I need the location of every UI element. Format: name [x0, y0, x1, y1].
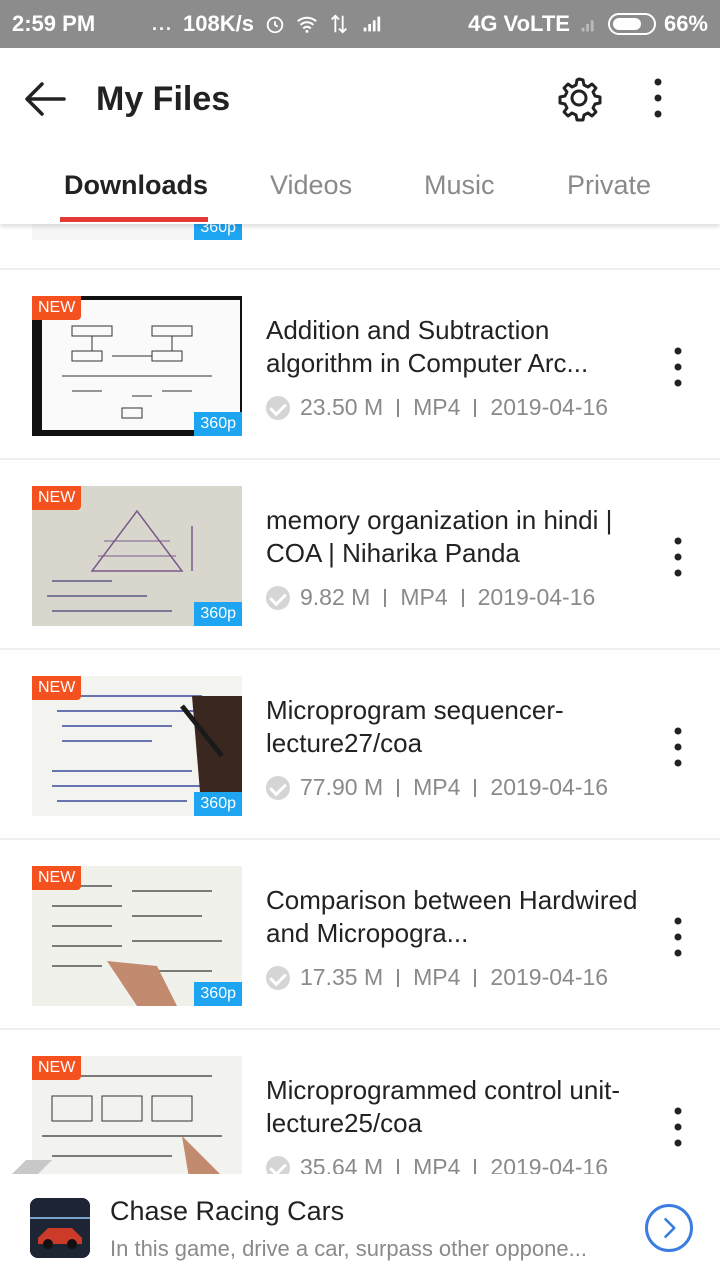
alarm-icon — [266, 16, 284, 34]
file-list[interactable]: 360p NEW 360p Addition and Subtraction a… — [0, 224, 720, 1174]
divider — [474, 398, 477, 417]
chevron-right-icon[interactable] — [645, 1204, 693, 1252]
list-item[interactable]: NEW 360p Microprogram sequencer-lecture2… — [0, 650, 720, 840]
file-size: 35.64 M — [300, 1154, 384, 1174]
file-format: MP4 — [413, 964, 461, 990]
more-vertical-icon[interactable] — [660, 912, 696, 962]
downloaded-check-icon — [266, 395, 290, 420]
status-dots: ... — [152, 13, 174, 34]
tab-private[interactable]: Private — [567, 170, 651, 201]
gear-icon[interactable] — [555, 74, 603, 122]
tab-bar: Downloads Videos Music Private — [0, 154, 720, 224]
list-item[interactable]: NEW Microprogrammed control unit- lectur… — [0, 1030, 720, 1174]
ad-title: Chase Racing Cars — [110, 1196, 345, 1226]
video-thumbnail: NEW 360p — [32, 486, 242, 626]
resolution-badge: 360p — [194, 982, 242, 1006]
file-size: 23.50 M — [300, 394, 384, 420]
file-format: MP4 — [413, 774, 461, 800]
divider — [397, 968, 400, 987]
list-item[interactable]: NEW 360p memory organization in hindi | … — [0, 460, 720, 650]
file-date: 2019-04-16 — [490, 774, 609, 800]
video-thumbnail: NEW — [32, 1056, 242, 1174]
file-size: 9.82 M — [300, 584, 371, 610]
video-thumbnail: NEW 360p — [32, 866, 242, 1006]
tab-videos[interactable]: Videos — [270, 170, 352, 201]
file-date: 2019-04-16 — [490, 1154, 609, 1174]
divider — [474, 1158, 477, 1174]
divider — [397, 1158, 400, 1174]
file-format: MP4 — [413, 1154, 461, 1174]
video-meta: 77.90 M MP4 2019-04-16 — [266, 774, 608, 801]
resolution-badge: 360p — [194, 412, 242, 436]
new-badge: NEW — [32, 1056, 82, 1080]
file-format: MP4 — [400, 584, 448, 610]
resolution-badge: 360p — [194, 224, 242, 240]
list-item[interactable]: NEW 360p Addition and Subtraction algori… — [0, 270, 720, 460]
list-item[interactable]: 360p — [0, 224, 720, 270]
file-date: 2019-04-16 — [477, 584, 596, 610]
more-vertical-icon[interactable] — [660, 1102, 696, 1152]
video-title: Microprogram sequencer-lecture27/coa — [266, 695, 564, 758]
divider — [384, 588, 387, 607]
page-title: My Files — [96, 80, 231, 118]
new-badge: NEW — [32, 866, 82, 890]
status-speed: 108K/s — [183, 11, 254, 36]
new-badge: NEW — [32, 486, 82, 510]
video-thumbnail: 360p — [32, 224, 242, 240]
battery-percent: 66% — [663, 11, 708, 36]
divider — [461, 588, 464, 607]
more-vertical-icon[interactable] — [660, 722, 696, 772]
divider — [474, 968, 477, 987]
new-badge: NEW — [32, 676, 82, 700]
video-title: Comparison between Hardwired and Micropo… — [266, 885, 638, 948]
network-type: 4G VoLTE — [468, 11, 570, 36]
downloaded-check-icon — [266, 1155, 290, 1174]
app-bar: My Files — [0, 48, 720, 154]
back-arrow-icon[interactable] — [20, 74, 70, 124]
divider — [397, 398, 400, 417]
battery-icon — [607, 13, 656, 35]
tab-active-indicator — [60, 217, 208, 222]
video-title: Microprogrammed control unit- lecture25/… — [266, 1075, 621, 1138]
ad-description: In this game, drive a car, surpass other… — [110, 1236, 587, 1261]
video-thumbnail: NEW 360p — [32, 676, 242, 816]
signal-icon — [363, 16, 381, 32]
list-item[interactable]: NEW 360p Comparison between Hardwired an… — [0, 840, 720, 1030]
video-meta: 35.64 M MP4 2019-04-16 — [266, 1154, 608, 1174]
more-vertical-icon[interactable] — [660, 342, 696, 392]
file-format: MP4 — [413, 394, 461, 420]
wifi-icon — [297, 16, 317, 33]
more-vertical-icon[interactable] — [640, 74, 676, 122]
new-badge: NEW — [32, 296, 82, 320]
file-size: 17.35 M — [300, 964, 384, 990]
downloaded-check-icon — [266, 775, 290, 800]
resolution-badge: 360p — [194, 602, 242, 626]
signal-empty-icon — [581, 20, 594, 32]
video-meta: 23.50 M MP4 2019-04-16 — [266, 394, 608, 421]
video-meta: 17.35 M MP4 2019-04-16 — [266, 964, 608, 991]
app-icon[interactable] — [30, 1198, 90, 1258]
video-thumbnail: NEW 360p — [32, 296, 242, 436]
video-title: Addition and Subtraction algorithm in Co… — [266, 315, 589, 378]
video-title: memory organization in hindi | COA | Nih… — [266, 505, 613, 568]
ad-banner[interactable]: Chase Racing Cars In this game, drive a … — [0, 1174, 720, 1280]
status-time: 2:59 PM — [12, 11, 96, 36]
status-bar: 2:59 PM ... 108K/s 4G VoLTE 66% — [0, 0, 720, 48]
downloaded-check-icon — [266, 585, 290, 610]
file-date: 2019-04-16 — [490, 394, 609, 420]
resolution-badge: 360p — [194, 792, 242, 816]
file-size: 77.90 M — [300, 774, 384, 800]
divider — [474, 778, 477, 797]
divider — [397, 778, 400, 797]
data-transfer-icon — [330, 14, 347, 34]
more-vertical-icon[interactable] — [660, 532, 696, 582]
file-date: 2019-04-16 — [490, 964, 609, 990]
tab-downloads[interactable]: Downloads — [64, 170, 208, 201]
downloaded-check-icon — [266, 965, 290, 990]
tab-music[interactable]: Music — [424, 170, 495, 201]
video-meta: 9.82 M MP4 2019-04-16 — [266, 584, 595, 611]
